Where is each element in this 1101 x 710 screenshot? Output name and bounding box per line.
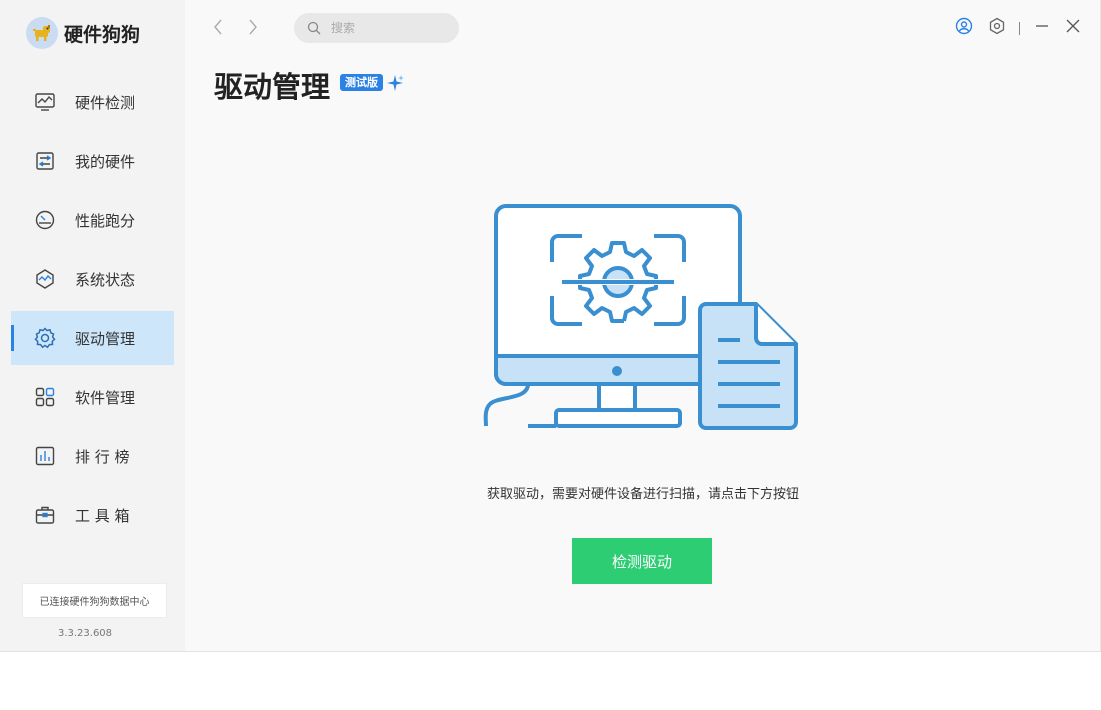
sidebar-item-label: 驱动管理 [75, 329, 136, 348]
brand: 硬件狗狗 [26, 17, 140, 49]
sidebar-item-system-status[interactable]: 系统状态 [11, 252, 174, 306]
detect-driver-button[interactable]: 检测驱动 [572, 538, 712, 584]
close-icon [1065, 18, 1081, 38]
hint-text-row: 获取驱动，需要对硬件设备进行扫描，请点击下方按钮 [0, 483, 1101, 502]
sidebar-item-label: 性能跑分 [75, 211, 136, 230]
back-button[interactable] [207, 18, 229, 40]
sidebar-item-hardware-detect[interactable]: 硬件检测 [11, 75, 174, 129]
sidebar-item-ranking[interactable]: 排 行 榜 [11, 429, 174, 483]
sidebar-item-label: 我的硬件 [75, 152, 136, 171]
app-name: 硬件狗狗 [64, 23, 141, 46]
sidebar-item-my-hardware[interactable]: 我的硬件 [11, 134, 174, 188]
speedometer-icon [33, 208, 57, 232]
sidebar-item-label: 硬件检测 [75, 93, 136, 112]
forward-button[interactable] [242, 18, 264, 40]
system-status-icon [33, 267, 57, 291]
user-button[interactable] [954, 17, 974, 39]
gear-icon [33, 326, 57, 350]
beta-badge: 测试版 [340, 74, 383, 91]
sidebar-item-driver-manager[interactable]: 驱动管理 [11, 311, 174, 365]
bottom-strip [0, 651, 1101, 710]
sidebar-item-label: 系统状态 [75, 270, 136, 289]
app-window: 硬件狗狗 硬件检测 我的硬件 性能跑分 系统状态 驱动管理 软件管理 排 行 榜… [0, 0, 1101, 651]
monitor-wave-icon [33, 90, 57, 114]
apps-grid-icon [33, 385, 57, 409]
app-version: 3.3.23.608 [57, 628, 113, 639]
settings-button[interactable] [987, 17, 1007, 39]
hardware-chip-icon [33, 149, 57, 173]
chevron-left-icon [212, 18, 224, 40]
sidebar-item-label: 排 行 榜 [75, 447, 130, 466]
connection-status: 已连接硬件狗狗数据中心 [22, 583, 167, 618]
sidebar-nav: 硬件检测 我的硬件 性能跑分 系统状态 驱动管理 软件管理 排 行 榜 工 具 … [11, 75, 174, 547]
sidebar-item-label: 软件管理 [75, 388, 136, 407]
divider [1019, 22, 1020, 35]
toolbox-icon [33, 503, 57, 527]
search-box [294, 13, 459, 43]
scan-hint-text: 获取驱动，需要对硬件设备进行扫描，请点击下方按钮 [486, 487, 799, 502]
page-title: 驱动管理 [214, 70, 331, 104]
sparkle-icon [387, 75, 404, 91]
sidebar-item-software-manager[interactable]: 软件管理 [11, 370, 174, 424]
driver-scan-illustration [483, 204, 798, 430]
minimize-icon [1034, 18, 1050, 38]
sidebar: 硬件狗狗 硬件检测 我的硬件 性能跑分 系统状态 驱动管理 软件管理 排 行 榜… [0, 0, 185, 651]
sidebar-item-label: 工 具 箱 [75, 506, 130, 525]
chevron-right-icon [247, 18, 259, 40]
minimize-button[interactable] [1032, 18, 1052, 38]
ranking-chart-icon [33, 444, 57, 468]
user-icon [955, 17, 973, 39]
search-input[interactable] [329, 20, 453, 36]
close-button[interactable] [1063, 18, 1083, 38]
search-icon [307, 20, 323, 36]
dog-logo-icon [26, 17, 58, 49]
settings-icon [988, 17, 1006, 39]
sidebar-item-benchmark[interactable]: 性能跑分 [11, 193, 174, 247]
